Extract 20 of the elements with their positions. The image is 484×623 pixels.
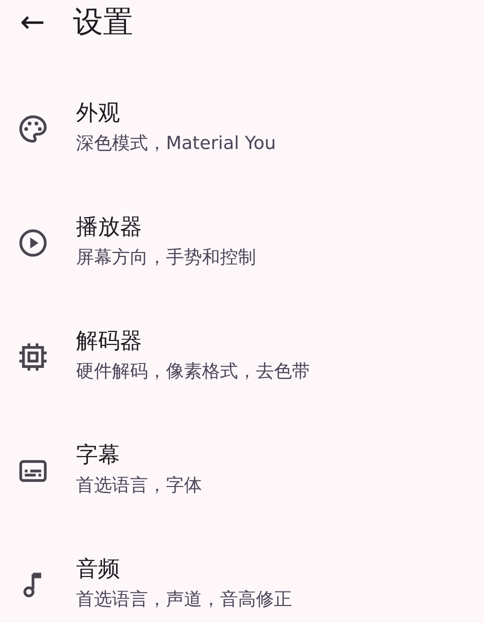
settings-item[interactable]: 外观 深色模式，Material You <box>0 72 484 186</box>
item-title: 音频 <box>76 556 121 584</box>
settings-item[interactable]: 音频 首选语言，声道，音高修正 <box>0 528 484 623</box>
chip-icon <box>18 342 48 372</box>
settings-item[interactable]: 字幕 首选语言，字体 <box>0 414 484 528</box>
settings-item[interactable]: 播放器 屏幕方向，手势和控制 <box>0 186 484 300</box>
play-icon <box>18 228 48 258</box>
item-title: 外观 <box>76 100 121 128</box>
item-title: 播放器 <box>76 214 143 242</box>
item-subtitle: 深色模式，Material You <box>76 132 276 156</box>
back-button[interactable]: ← <box>16 8 50 38</box>
item-subtitle: 首选语言，声道，音高修正 <box>76 588 292 612</box>
settings-item[interactable]: 解码器 硬件解码，像素格式，去色带 <box>0 300 484 414</box>
item-title: 解码器 <box>76 328 143 356</box>
page-title: 设置 <box>73 4 134 42</box>
item-subtitle: 硬件解码，像素格式，去色带 <box>76 360 310 384</box>
palette-icon <box>18 114 48 144</box>
item-title: 字幕 <box>76 442 121 470</box>
item-subtitle: 屏幕方向，手势和控制 <box>76 246 256 270</box>
item-subtitle: 首选语言，字体 <box>76 474 202 498</box>
